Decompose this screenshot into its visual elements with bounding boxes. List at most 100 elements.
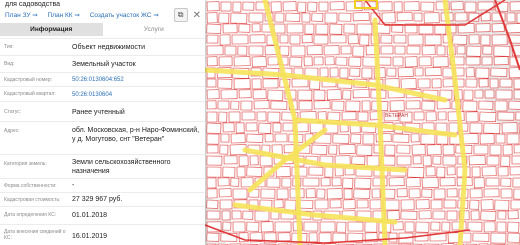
parcel (366, 155, 380, 167)
arrow-icon: ⇒ (74, 12, 80, 19)
parcel (421, 45, 436, 56)
parcel (311, 12, 324, 22)
parcel (329, 23, 343, 35)
parcel (304, 23, 315, 35)
parcel (254, 210, 270, 222)
row-label: Вид: (4, 61, 15, 67)
parcel (348, 56, 362, 67)
create-parcel-link[interactable]: Создать участок ЖС ⇒ (90, 12, 159, 19)
parcel (442, 78, 454, 88)
parcel (206, 78, 217, 88)
layers-icon[interactable]: ⧉ (173, 8, 188, 22)
parcel (266, 177, 281, 188)
parcel (279, 34, 289, 44)
parcel (362, 133, 375, 145)
cadastral-quarter-link[interactable]: 50:26:0130604 (72, 91, 200, 100)
snt-label: ВЕТЕРАН (385, 113, 409, 119)
parcel (303, 221, 319, 232)
parcel (302, 177, 320, 187)
parcel (420, 133, 436, 145)
parcel (500, 177, 512, 187)
parcel (267, 89, 284, 101)
parcel (353, 188, 371, 199)
parcel (433, 188, 446, 200)
parcel (224, 45, 237, 56)
parcel (364, 221, 378, 233)
top-links: План ЗУ ⇒ План КК ⇒ Создать участок ЖС ⇒ (5, 11, 167, 19)
parcel (270, 100, 288, 110)
tab-information[interactable]: Информация (0, 23, 103, 36)
parcel (478, 100, 494, 110)
row-label: Дата внесения сведений о КС: (4, 229, 66, 241)
parcel (206, 155, 223, 166)
plan-kk-link[interactable]: План КК ⇒ (48, 12, 80, 19)
parcel (432, 155, 442, 165)
parcel (206, 23, 222, 34)
parcel (499, 78, 513, 88)
parcel (308, 232, 318, 243)
parcel (316, 188, 326, 199)
close-icon[interactable]: ✕ (193, 10, 201, 21)
parcel (465, 56, 481, 66)
parcel (313, 34, 329, 45)
parcel (332, 133, 350, 144)
parcel (218, 56, 233, 67)
parcel (466, 45, 482, 57)
map-canvas[interactable] (205, 0, 520, 245)
parcel (332, 232, 347, 243)
tab-services[interactable]: Услуги (102, 23, 205, 36)
parcel (361, 100, 371, 112)
row-label: Тип: (4, 44, 14, 50)
parcel (430, 199, 443, 210)
parcel (439, 177, 456, 187)
parcel (424, 34, 442, 46)
row-label: Адрес: (4, 128, 20, 134)
parcel (218, 111, 228, 123)
plan-zu-label: План ЗУ (5, 12, 31, 19)
parcel (354, 177, 372, 189)
parcel (343, 188, 353, 200)
parcel (400, 78, 417, 90)
parcel (206, 210, 221, 220)
parcel (228, 111, 241, 123)
parcel (491, 23, 505, 33)
row-value: - (72, 182, 75, 189)
plan-zu-link[interactable]: План ЗУ ⇒ (5, 12, 38, 19)
parcel (219, 34, 231, 46)
parcel (392, 133, 410, 143)
parcel (511, 155, 520, 165)
parcel (222, 23, 238, 34)
parcel (463, 89, 474, 101)
parcel (313, 56, 324, 66)
parcel (349, 67, 361, 77)
parcel (468, 155, 486, 166)
row-value: обл. Московская, р-н Наро-Фоминский, у д… (72, 127, 200, 143)
parcel (282, 122, 294, 132)
parcel (407, 34, 424, 46)
parcel (350, 133, 362, 144)
row-cadastral-number: Кадастровый номер: 50:26:0130604:652 (0, 72, 205, 87)
parcel (469, 199, 480, 210)
parcel (347, 221, 364, 232)
parcel (324, 12, 338, 24)
parcel (386, 210, 400, 221)
parcel (497, 166, 509, 177)
parcel (490, 232, 507, 244)
parcel (425, 111, 437, 122)
row-kind: Вид: Земельный участок (0, 55, 205, 73)
parcel (418, 210, 432, 220)
parcel (432, 210, 446, 220)
parcel (473, 177, 485, 189)
cadastral-number-link[interactable]: 50:26:0130604:652 (72, 76, 200, 85)
parcel (497, 210, 507, 220)
parcel (232, 1, 242, 13)
cadastral-map[interactable]: ВЕТЕРАН (205, 0, 520, 245)
parcel (251, 78, 262, 90)
parcel (237, 45, 248, 56)
parcel (352, 45, 365, 57)
parcel (331, 100, 345, 111)
parcel (469, 122, 483, 134)
parcel (413, 111, 425, 121)
parcel (396, 12, 413, 22)
row-value: Земли сельскохозяйственного назначения (72, 159, 171, 175)
